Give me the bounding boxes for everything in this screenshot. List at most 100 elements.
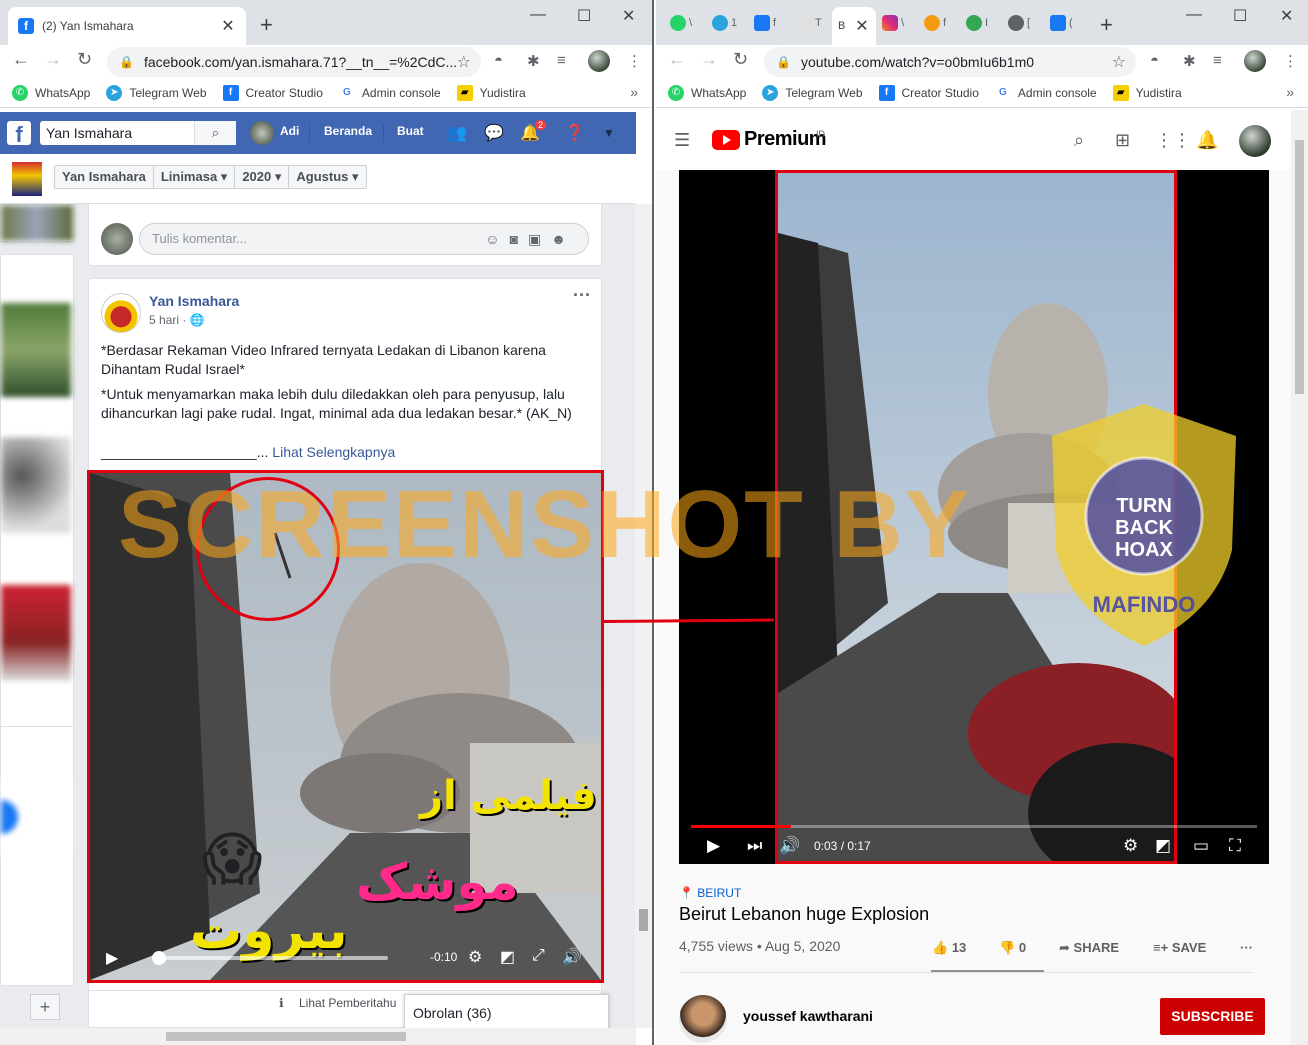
play-icon[interactable]: ▶ [106,948,118,968]
facebook-search[interactable]: Yan Ismahara ⌕ [40,121,236,145]
youtube-logo-icon[interactable] [712,130,740,150]
notifications-icon[interactable]: 🔔 [1196,130,1218,151]
comment-input[interactable]: Tulis komentar... ☺◙▣☻ [139,223,589,255]
crumb-timeline[interactable]: Linimasa ▾ [154,166,236,188]
apps-icon[interactable]: ⋮⋮ [1155,130,1191,151]
nav-home[interactable]: Beranda [324,124,372,138]
extensions-icon[interactable]: ✱ [1183,52,1196,70]
nav-profile[interactable]: Adi [280,124,299,138]
settings-icon[interactable]: ⚙ [468,947,482,967]
video-progress-bar[interactable] [691,825,1257,828]
play-icon[interactable]: ▶ [707,836,720,856]
close-tab-icon[interactable]: ✕ [854,16,870,36]
tab-facebook[interactable]: f [754,14,776,32]
tab-telegram[interactable]: 1 [712,14,737,32]
settings-icon[interactable]: ⚙ [1123,836,1138,856]
account-menu-icon[interactable]: ▼ [603,126,615,140]
tab-web[interactable]: [ [1008,14,1030,32]
tab-other[interactable]: f [924,14,946,32]
profile-avatar[interactable] [588,50,610,72]
tab-youtube-active[interactable]: B ✕ [832,7,876,45]
save-button[interactable]: ≡+ SAVE [1153,940,1206,955]
video-scrubber[interactable] [152,951,388,965]
theater-mode-icon[interactable]: ▭ [1193,836,1209,856]
address-bar[interactable]: 🔒 facebook.com/yan.ismahara.71?__tn__=%2… [107,47,481,77]
facebook-logo-icon[interactable]: f [7,121,31,147]
profile-avatar[interactable] [1244,50,1266,72]
back-icon[interactable]: ← [668,49,686,70]
bookmark-yudistira[interactable]: ▰ Yudistira [1112,84,1182,101]
vertical-scrollbar[interactable] [1291,110,1308,1045]
tab-facebook-2[interactable]: ( [1050,14,1073,32]
comment-tools-icon[interactable]: ☺◙▣☻ [485,224,576,254]
menu-icon[interactable]: ⋮ [627,52,642,70]
scrubber-handle[interactable] [152,951,166,965]
post-timestamp[interactable]: 5 hari · 🌐 [149,313,205,327]
close-window-icon[interactable]: ✕ [1280,6,1293,26]
minimize-icon[interactable]: — [1186,6,1202,24]
close-tab-icon[interactable]: ✕ [220,16,236,36]
author-avatar[interactable] [101,293,141,333]
share-button[interactable]: ➦ SHARE [1059,940,1119,956]
friends-icon[interactable]: 👥 [447,123,467,143]
tab-facebook[interactable]: f (2) Yan Ismahara ✕ [8,7,246,45]
star-icon[interactable]: ☆ [1112,52,1126,72]
extensions-icon[interactable]: ✱ [527,52,540,70]
maximize-icon[interactable]: ☐ [577,6,591,26]
horizontal-scrollbar[interactable] [0,1028,636,1045]
bookmark-admin-console[interactable]: G Admin console [994,84,1097,101]
bookmark-telegram[interactable]: ➤ Telegram Web [106,84,207,101]
forward-icon[interactable]: → [44,49,62,70]
search-icon[interactable]: ⌕ [194,121,236,145]
miniplayer-icon[interactable]: ◩ [1155,836,1171,856]
incognito-icon[interactable]: ◓ [1150,52,1159,69]
address-bar[interactable]: 🔒 youtube.com/watch?v=o0bmIu6b1m0 ☆ [764,47,1136,77]
bookmark-creator-studio[interactable]: f Creator Studio [222,84,323,101]
bookmark-whatsapp[interactable]: ✆ WhatsApp [668,84,746,101]
fullscreen-icon[interactable]: ⛶ [1229,836,1241,856]
post-author[interactable]: Yan Ismahara [149,293,239,309]
channel-avatar[interactable] [679,995,727,1043]
next-icon[interactable]: ⏭ [747,836,762,856]
account-avatar[interactable] [1239,125,1271,157]
tab-instagram[interactable]: \ [882,14,904,32]
hamburger-menu-icon[interactable]: ☰ [674,130,690,151]
search-input[interactable]: Yan Ismahara [46,125,194,141]
bookmark-yudistira[interactable]: ▰ Yudistira [456,84,526,101]
volume-icon[interactable]: 🔊 [562,947,582,967]
media-control-icon[interactable]: ≡ [1213,52,1222,69]
menu-icon[interactable]: ⋮ [1283,52,1298,70]
scrollbar-thumb[interactable] [639,909,648,931]
new-tab-button[interactable]: + [1100,12,1113,38]
bookmark-creator-studio[interactable]: f Creator Studio [878,84,979,101]
tab-t[interactable]: T [796,14,822,32]
maximize-icon[interactable]: ☐ [1233,6,1247,26]
dislike-button[interactable]: 👎 0 [999,940,1026,956]
new-tab-button[interactable]: + [260,12,273,38]
scrollbar-thumb[interactable] [1295,140,1304,394]
more-bookmarks-icon[interactable]: » [1286,84,1294,100]
reload-icon[interactable]: ↻ [77,49,92,70]
more-bookmarks-icon[interactable]: » [630,84,638,100]
volume-icon[interactable]: 🔊 [779,836,800,856]
back-icon[interactable]: ← [12,49,30,70]
mini-player-icon[interactable]: ◩ [500,947,515,967]
nav-create[interactable]: Buat [397,124,424,138]
media-control-icon[interactable]: ≡ [557,52,566,69]
bookmark-whatsapp[interactable]: ✆ WhatsApp [12,84,90,101]
minimize-icon[interactable]: — [530,6,546,24]
close-window-icon[interactable]: ✕ [622,6,635,26]
bookmark-telegram[interactable]: ➤ Telegram Web [762,84,863,101]
channel-name[interactable]: youssef kawtharani [743,1008,873,1024]
more-actions-icon[interactable]: ··· [1240,940,1253,955]
crumb-name[interactable]: Yan Ismahara [55,166,154,188]
incognito-icon[interactable]: ◓ [494,52,503,69]
hashtag-link[interactable]: 📍 BEIRUT [679,886,741,900]
like-button[interactable]: 👍 13 [932,940,966,956]
crumb-month[interactable]: Agustus ▾ [289,166,365,188]
notifications-link[interactable]: Lihat Pemberitahu [299,996,396,1010]
crumb-year[interactable]: 2020 ▾ [235,166,290,188]
tab-whatsapp[interactable]: \ [670,14,692,32]
vertical-scrollbar[interactable] [635,204,652,1028]
profile-thumbnail[interactable] [12,162,42,196]
